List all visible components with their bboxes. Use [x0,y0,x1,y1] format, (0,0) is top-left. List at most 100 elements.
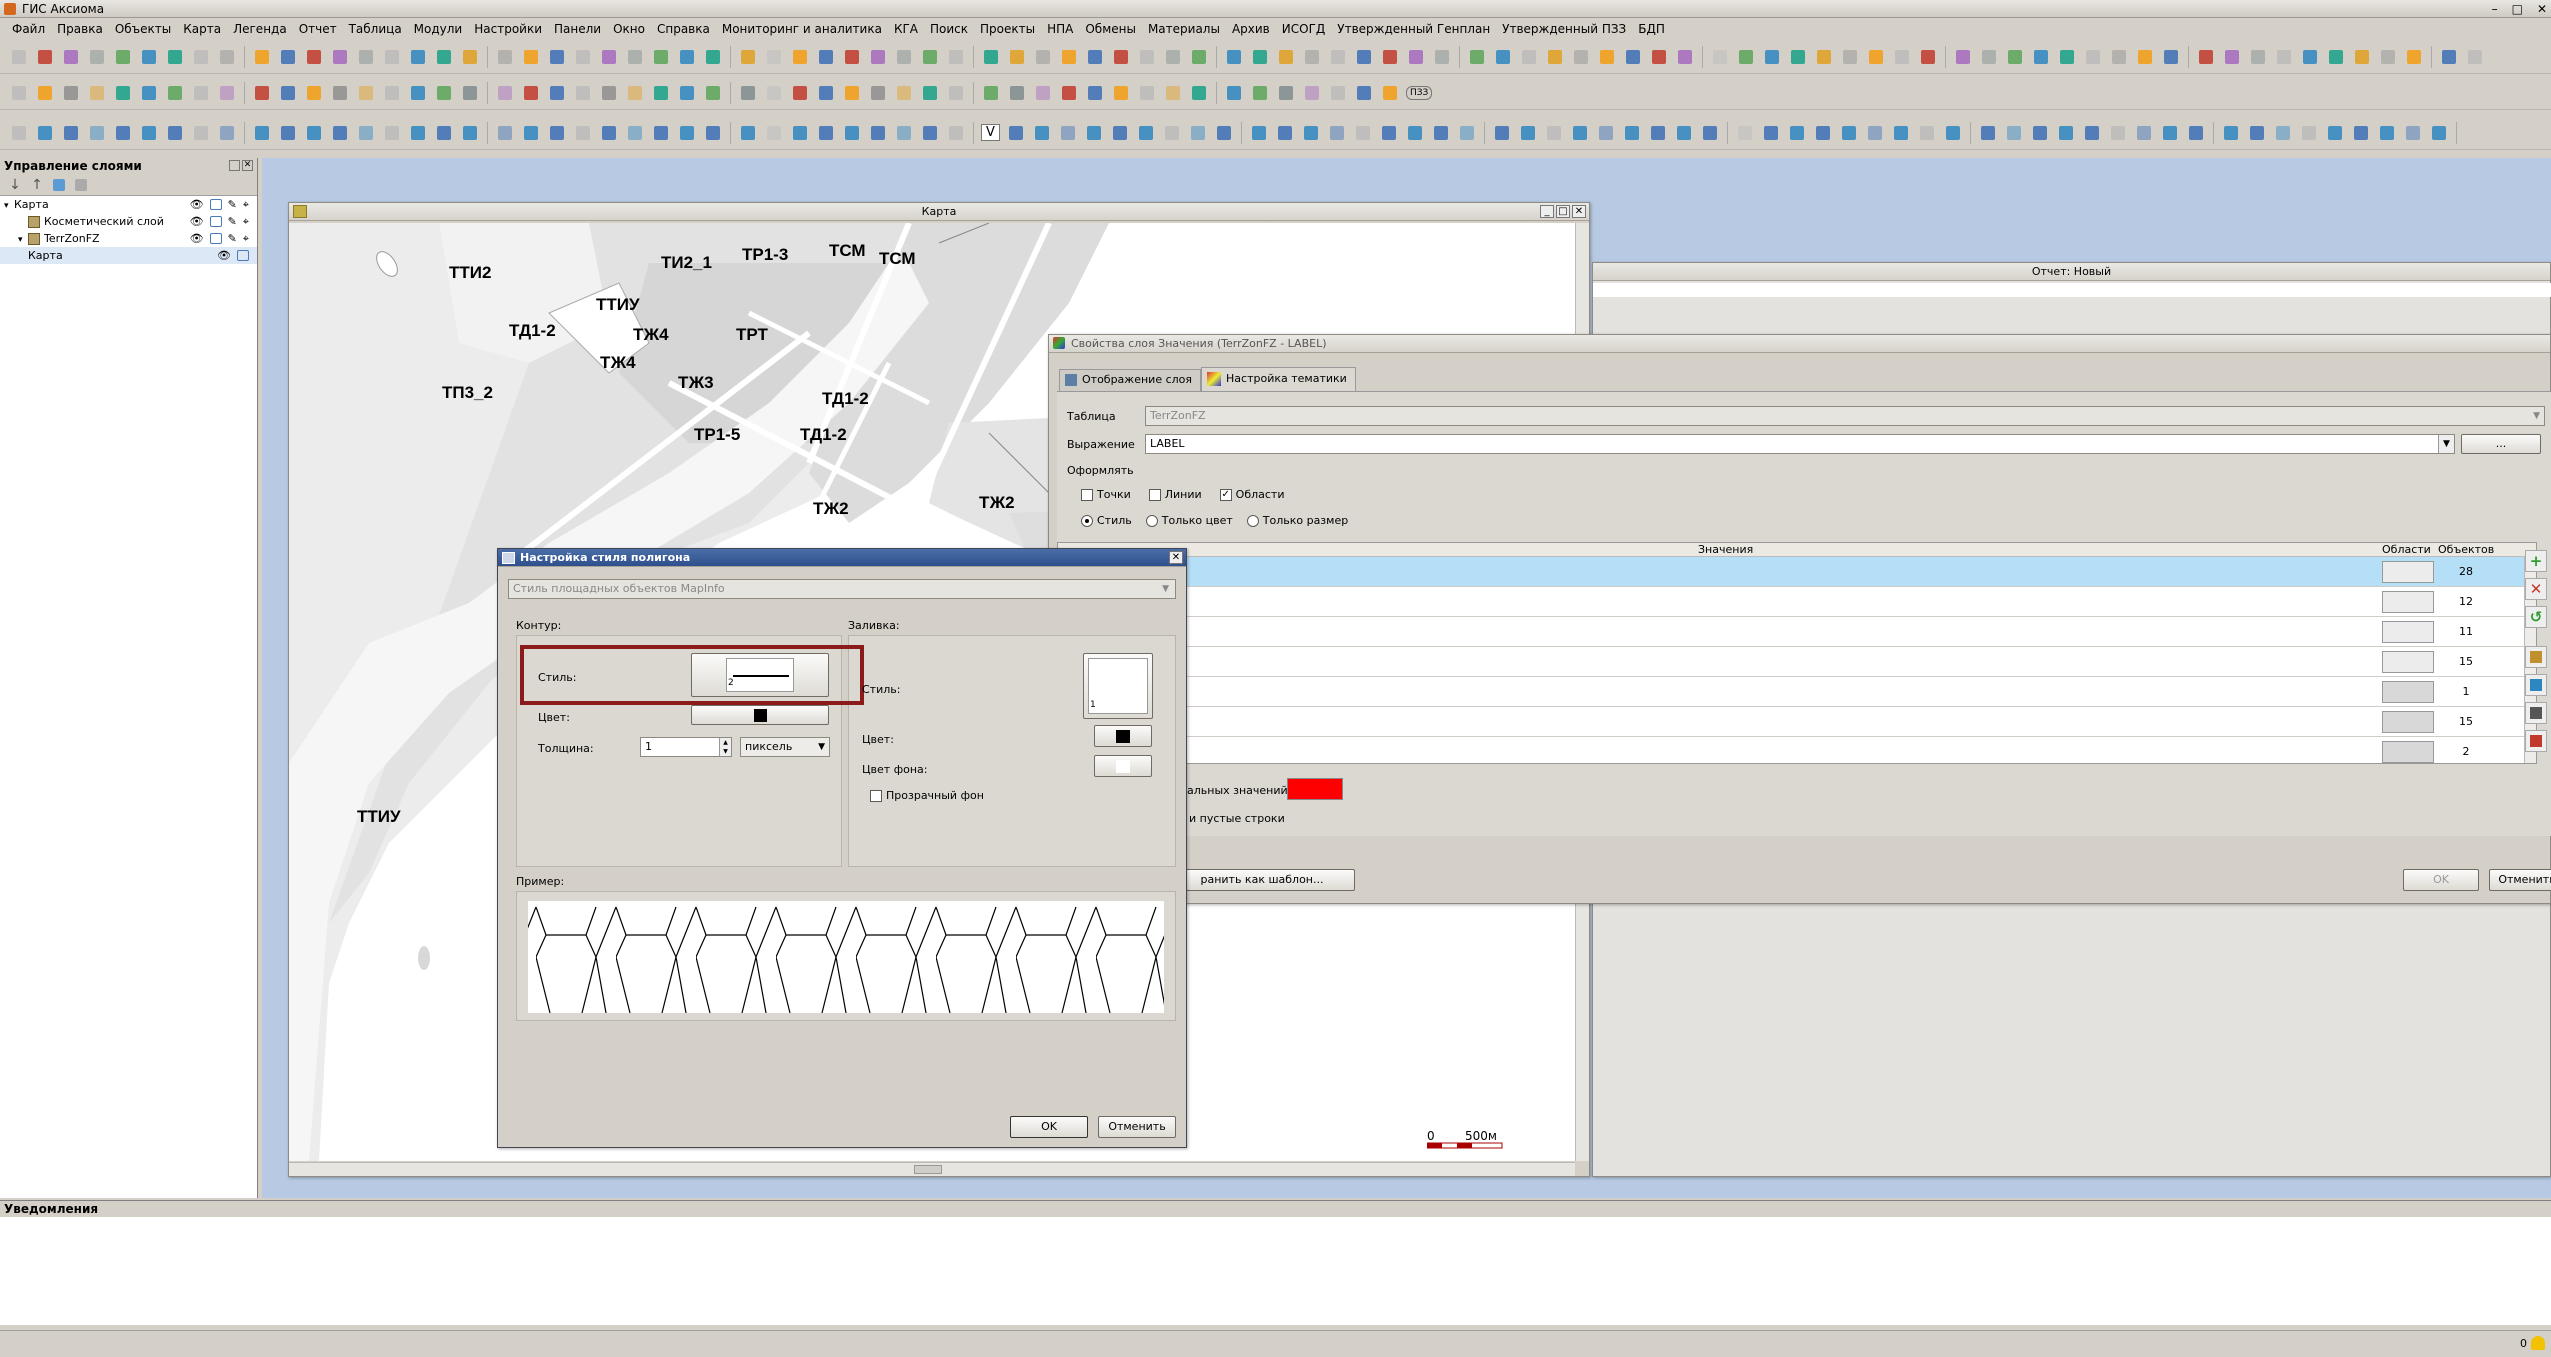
main-tool-64-icon[interactable] [1735,46,1757,68]
draw-tool-50-icon[interactable] [1378,122,1400,144]
nav-tool-7-icon[interactable] [190,82,212,104]
draw-tool-2-icon[interactable] [60,122,82,144]
move-down-icon[interactable]: ↓ [6,176,24,194]
draw-tool-13-icon[interactable] [355,122,377,144]
main-tool-85-icon[interactable] [2299,46,2321,68]
menu-item-11[interactable]: Справка [651,22,716,36]
polygon-ok-button[interactable]: OK [1010,1116,1088,1138]
draw-tool-70-icon[interactable] [1916,122,1938,144]
main-tool-15-icon[interactable] [407,46,429,68]
select-icon[interactable] [237,250,249,261]
main-tool-90-icon[interactable] [2438,46,2460,68]
menu-item-10[interactable]: Окно [607,22,651,36]
main-tool-70-icon[interactable] [1891,46,1913,68]
main-tool-19-icon[interactable] [520,46,542,68]
draw-tool-53-icon[interactable] [1456,122,1478,144]
add-value-icon[interactable]: + [2525,550,2547,572]
nav-tool-25-icon[interactable] [676,82,698,104]
draw-tool-62-icon[interactable] [1699,122,1721,144]
main-tool-24-icon[interactable] [650,46,672,68]
draw-tool-14-icon[interactable] [381,122,403,144]
edit-icon[interactable]: ✎ [228,230,237,247]
main-tool-68-icon[interactable] [1839,46,1861,68]
main-tool-55-icon[interactable] [1492,46,1514,68]
nav-tool-34-icon[interactable] [919,82,941,104]
main-tool-76-icon[interactable] [2056,46,2078,68]
main-tool-18-icon[interactable] [494,46,516,68]
select-icon[interactable] [209,199,222,210]
draw-tool-88-icon[interactable] [2402,122,2424,144]
main-tool-14-icon[interactable] [381,46,403,68]
nav-tool-22-icon[interactable] [598,82,620,104]
area-style-swatch[interactable] [2382,741,2434,763]
close-icon[interactable]: ✕ [1572,205,1586,218]
nav-tool-32-icon[interactable] [867,82,889,104]
main-tool-11-icon[interactable] [303,46,325,68]
nav-tool-23-icon[interactable] [624,82,646,104]
main-tool-91-icon[interactable] [2464,46,2486,68]
nav-tool-28-icon[interactable] [763,82,785,104]
draw-tool-12-icon[interactable] [329,122,351,144]
draw-tool-80-icon[interactable] [2185,122,2207,144]
main-tool-67-icon[interactable] [1813,46,1835,68]
draw-tool-81-icon[interactable] [2220,122,2242,144]
main-tool-77-icon[interactable] [2082,46,2104,68]
nav-tool-36-icon[interactable] [980,82,1002,104]
menu-item-9[interactable]: Панели [548,22,607,36]
main-tool-52-icon[interactable] [1405,46,1427,68]
minimize-icon[interactable]: _ [1540,205,1554,218]
main-tool-36-icon[interactable] [980,46,1002,68]
draw-tool-4-icon[interactable] [112,122,134,144]
draw-tool-47-icon[interactable] [1300,122,1322,144]
main-tool-12-icon[interactable] [329,46,351,68]
menu-item-13[interactable]: КГА [888,22,924,36]
draw-tool-64-icon[interactable] [1760,122,1782,144]
main-tool-41-icon[interactable] [1110,46,1132,68]
nav-tool-31-icon[interactable] [841,82,863,104]
nav-tool-12-icon[interactable] [329,82,351,104]
main-tool-21-icon[interactable] [572,46,594,68]
menu-item-12[interactable]: Мониторинг и аналитика [716,22,888,36]
draw-tool-67-icon[interactable] [1838,122,1860,144]
draw-tool-45-icon[interactable] [1248,122,1270,144]
main-tool-35-icon[interactable] [945,46,967,68]
main-tool-44-icon[interactable] [1188,46,1210,68]
style-source-select[interactable]: Стиль площадных объектов MapInfo ▼ [508,579,1176,599]
table-row[interactable]: 12 [1058,587,2536,617]
menu-item-1[interactable]: Правка [51,22,109,36]
nav-tool-24-icon[interactable] [650,82,672,104]
select-icon[interactable] [209,216,222,227]
area-style-swatch[interactable] [2382,591,2434,613]
draw-tool-1-icon[interactable] [34,122,56,144]
draw-tool-31-icon[interactable] [841,122,863,144]
main-tool-81-icon[interactable] [2195,46,2217,68]
main-tool-43-icon[interactable] [1162,46,1184,68]
draw-tool-24-icon[interactable] [650,122,672,144]
tab-layer-display[interactable]: Отображение слоя [1059,369,1202,391]
draw-tool-44-icon[interactable] [1213,122,1235,144]
nav-tool-16-icon[interactable] [433,82,455,104]
main-tool-42-icon[interactable] [1136,46,1158,68]
main-tool-65-icon[interactable] [1761,46,1783,68]
draw-tool-42-icon[interactable] [1161,122,1183,144]
main-tool-51-icon[interactable] [1379,46,1401,68]
draw-tool-55-icon[interactable] [1517,122,1539,144]
draw-tool-17-icon[interactable] [459,122,481,144]
style-radio-2[interactable]: Только размер [1246,514,1348,527]
draw-tool-19-icon[interactable] [520,122,542,144]
transparent-bg-checkbox[interactable]: Прозрачный фон [870,789,984,802]
float-panel-icon[interactable] [229,160,240,171]
draw-tool-60-icon[interactable] [1647,122,1669,144]
nav-tool-45-icon[interactable] [1223,82,1245,104]
main-tool-40-icon[interactable] [1084,46,1106,68]
eye-icon[interactable]: 👁 [190,230,204,247]
draw-tool-16-icon[interactable] [433,122,455,144]
draw-tool-79-icon[interactable] [2159,122,2181,144]
nav-tool-33-icon[interactable] [893,82,915,104]
layer-props-icon[interactable] [72,176,90,194]
draw-tool-87-icon[interactable] [2376,122,2398,144]
layer-props-ok-button[interactable]: OK [2403,869,2479,891]
draw-tool-52-icon[interactable] [1430,122,1452,144]
main-tool-6-icon[interactable] [164,46,186,68]
fill-style-button[interactable]: 1 [1083,653,1153,719]
